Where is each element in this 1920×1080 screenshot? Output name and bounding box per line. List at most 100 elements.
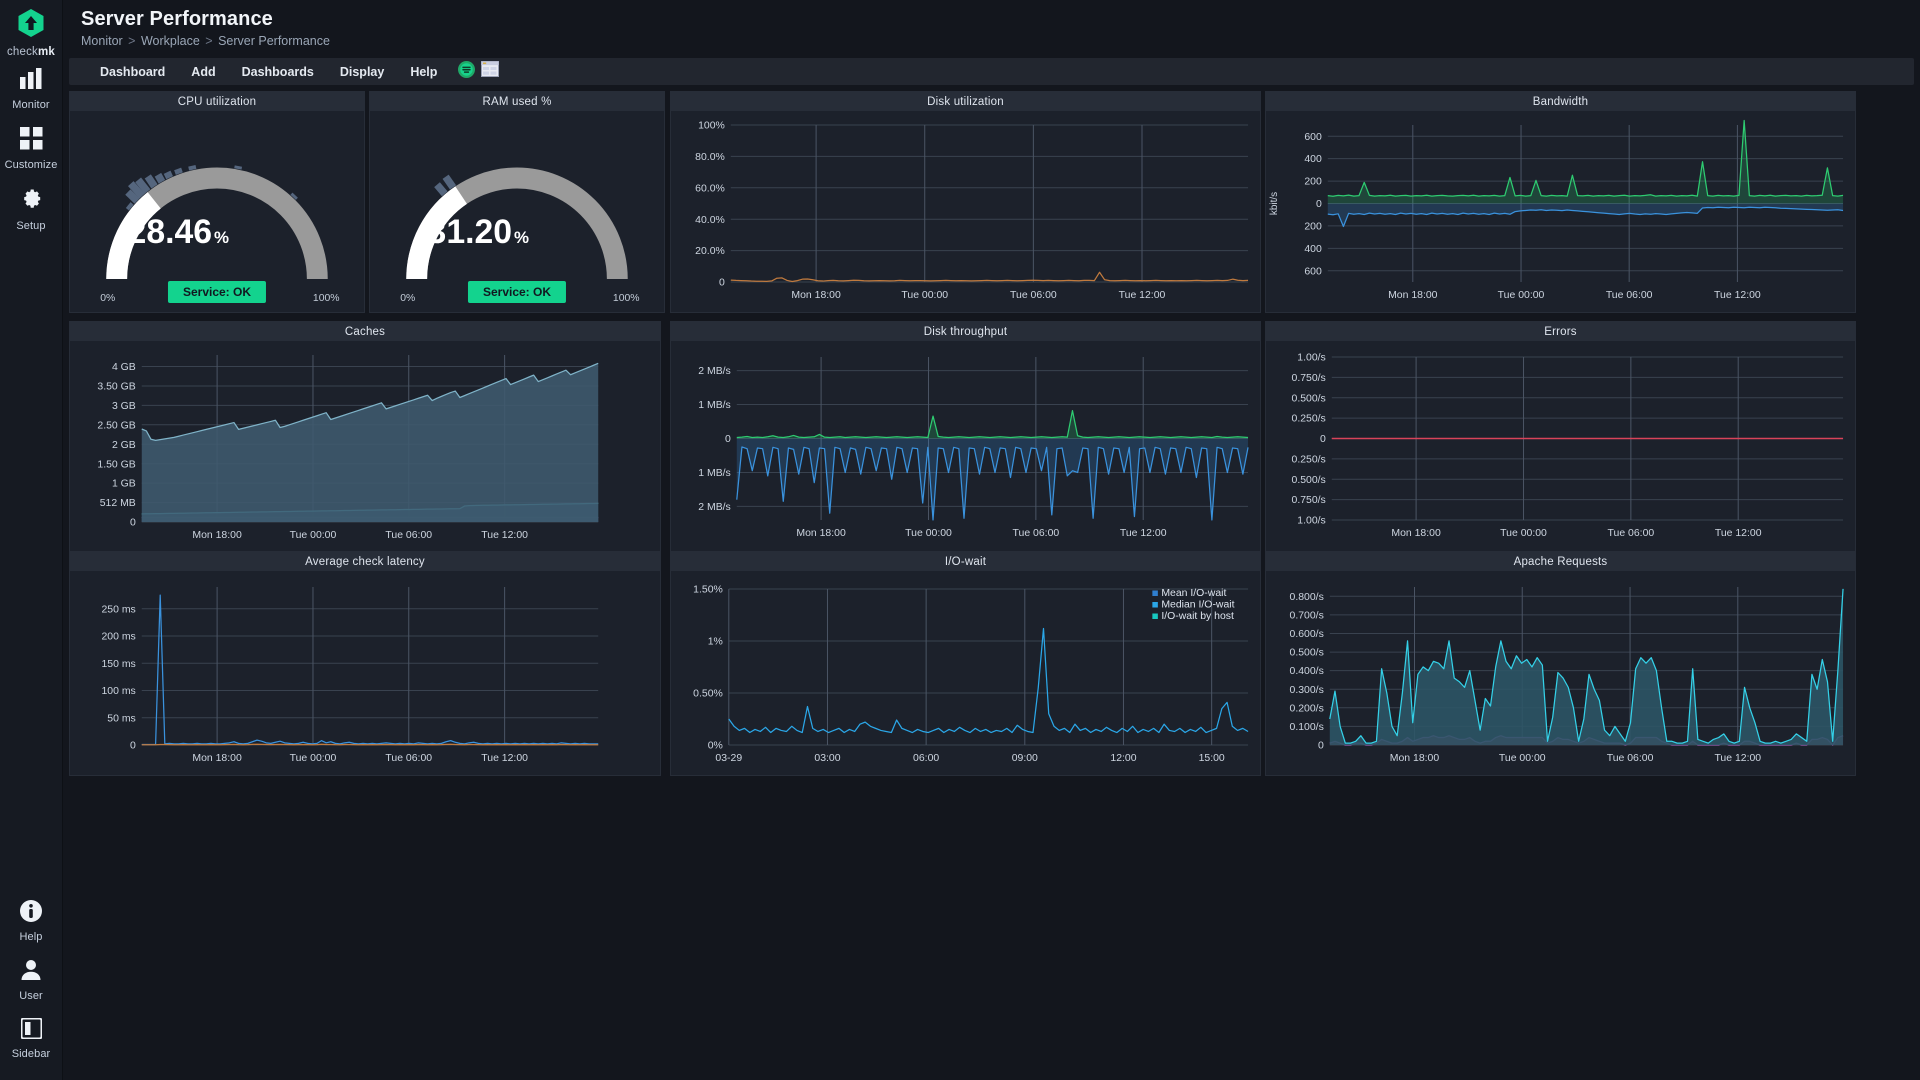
menu-item-add[interactable]: Add — [178, 60, 228, 84]
x-axis-tick-label: Mon 18:00 — [791, 290, 841, 301]
status-badge[interactable]: Service: OK — [168, 281, 266, 303]
menu-item-display[interactable]: Display — [327, 60, 397, 84]
dashboard-grid: CPU utilization 0% 100% 28.46 % Service:… — [63, 85, 1920, 1080]
panel-title: RAM used % — [482, 96, 551, 108]
x-axis-tick-label: Tue 00:00 — [1499, 753, 1546, 764]
x-axis-tick-label: Tue 00:00 — [290, 753, 337, 764]
y-axis-tick-label: 0 — [1320, 434, 1326, 445]
sidebar-item-setup[interactable]: Setup — [0, 177, 63, 238]
breadcrumb-item-current: Server Performance — [218, 34, 330, 48]
gauge-min-label: 0% — [100, 293, 115, 304]
panel-disk-throughput[interactable]: Disk throughput 2 MB/s1 MB/s01 MB/s2 MB/… — [670, 321, 1261, 553]
breadcrumb-item-workplace[interactable]: Workplace — [141, 34, 200, 48]
panel-body: 0% 100% 28.46 % Service: OK — [70, 111, 364, 312]
x-axis-tick-label: Mon 18:00 — [192, 530, 242, 541]
y-axis-tick-label: 1.50% — [693, 585, 723, 596]
y-axis-tick-label: 250 ms — [101, 604, 135, 615]
x-axis-tick-label: 12:00 — [1110, 753, 1136, 764]
y-axis-tick-label: 2.50 GB — [97, 420, 135, 431]
status-badge[interactable]: Service: OK — [468, 281, 566, 303]
menu-item-help[interactable]: Help — [397, 60, 450, 84]
y-axis-tick-label: 0.500/s — [1292, 393, 1326, 404]
panel-body: 020.0%40.0%60.0%80.0%100%Mon 18:00Tue 00… — [671, 111, 1260, 312]
grid-squares-icon — [20, 127, 43, 155]
y-axis-tick-label: 60.0% — [695, 183, 725, 194]
sidebar-item-label: Monitor — [12, 99, 49, 111]
sidebar-item-label: User — [19, 990, 43, 1002]
x-axis-tick-label: Tue 06:00 — [1608, 528, 1655, 539]
x-axis-tick-label: Tue 12:00 — [1120, 528, 1167, 539]
panel-header: RAM used % — [370, 92, 664, 111]
panel-io-wait[interactable]: I/O-wait 0%0.50%1%1.50%03-2903:0006:0009… — [670, 551, 1261, 776]
x-axis-tick-label: Tue 06:00 — [1607, 753, 1654, 764]
panel-header: CPU utilization — [70, 92, 364, 111]
panel-disk-utilization[interactable]: Disk utilization 020.0%40.0%60.0%80.0%10… — [670, 91, 1261, 313]
x-axis-tick-label: Tue 00:00 — [1498, 290, 1545, 301]
x-axis-tick-label: Tue 12:00 — [1715, 528, 1762, 539]
sidebar-item-customize[interactable]: Customize — [0, 117, 63, 177]
panel-header: Caches — [70, 322, 660, 341]
panel-cpu-utilization[interactable]: CPU utilization 0% 100% 28.46 % Service:… — [69, 91, 365, 313]
panel-errors[interactable]: Errors 1.00/s0.750/s0.500/s0.250/s00.250… — [1265, 321, 1856, 553]
panel-apache-requests[interactable]: Apache Requests 00.100/s0.200/s0.300/s0.… — [1265, 551, 1856, 776]
y-axis-tick-label: 4 GB — [112, 362, 136, 373]
y-axis-tick-label: 200 ms — [101, 632, 135, 643]
panel-caches[interactable]: Caches 0512 MB1 GB1.50 GB2 GB2.50 GB3 GB… — [69, 321, 661, 553]
panel-ram-used[interactable]: RAM used % 0% 100% 31.20 % Service: OK — [369, 91, 665, 313]
panel-bandwidth[interactable]: Bandwidth 6004002000200400600Mon 18:00Tu… — [1265, 91, 1856, 313]
title-bar: Server Performance Monitor > Workplace >… — [63, 0, 1920, 54]
errors-chart: 1.00/s0.750/s0.500/s0.250/s00.250/s0.500… — [1266, 341, 1855, 552]
chart-series-line — [737, 411, 1248, 438]
menu-icon-group — [450, 61, 499, 83]
y-axis-tick-label: 0.250/s — [1292, 454, 1326, 465]
gauge-max-label: 100% — [613, 293, 640, 304]
person-icon — [20, 959, 42, 986]
panel-title: Caches — [345, 326, 385, 338]
x-axis-tick-label: Tue 12:00 — [481, 530, 528, 541]
sidebar-item-help[interactable]: Help — [0, 890, 63, 949]
y-axis-tick-label: 512 MB — [100, 498, 136, 509]
sidebar-item-label: Help — [19, 931, 42, 943]
x-axis-tick-label: 03:00 — [814, 753, 840, 764]
panel-title: Average check latency — [305, 556, 425, 568]
checkmk-logo[interactable]: checkmk — [7, 6, 55, 58]
panel-title: CPU utilization — [178, 96, 256, 108]
dashboard-window-icon[interactable] — [481, 61, 499, 82]
y-axis-label: kbit/s — [1269, 192, 1280, 215]
breadcrumb-separator: > — [203, 34, 214, 48]
x-axis-tick-label: Tue 00:00 — [901, 290, 948, 301]
checkmk-hexagon-arrow-icon — [17, 8, 45, 43]
average-check-latency-chart: 050 ms100 ms150 ms200 ms250 msMon 18:00T… — [70, 571, 660, 775]
menu-bar: Dashboard Add Dashboards Display Help — [69, 58, 1914, 85]
y-axis-tick-label: 2 MB/s — [698, 366, 731, 377]
y-axis-tick-label: 0 — [719, 278, 725, 289]
breadcrumb: Monitor > Workplace > Server Performance — [81, 34, 1920, 48]
y-axis-tick-label: 80.0% — [695, 152, 725, 163]
checkmk-green-toggle-icon[interactable] — [458, 61, 475, 83]
gauge-value: 31.20 — [428, 213, 512, 251]
panel-body: 00.100/s0.200/s0.300/s0.400/s0.500/s0.60… — [1266, 571, 1855, 775]
y-axis-tick-label: 20.0% — [695, 246, 725, 257]
y-axis-tick-label: 600 — [1304, 266, 1322, 277]
y-axis-tick-label: 1% — [708, 637, 723, 648]
x-axis-tick-label: Tue 12:00 — [1714, 290, 1761, 301]
gear-icon — [19, 187, 43, 216]
gauge-unit: % — [514, 228, 529, 247]
y-axis-tick-label: 2 GB — [112, 440, 136, 451]
menu-item-dashboard[interactable]: Dashboard — [87, 60, 178, 84]
y-axis-tick-label: 40.0% — [695, 215, 725, 226]
breadcrumb-item-monitor[interactable]: Monitor — [81, 34, 123, 48]
menu-item-dashboards[interactable]: Dashboards — [229, 60, 327, 84]
x-axis-tick-label: Mon 18:00 — [192, 753, 242, 764]
x-axis-tick-label: Tue 00:00 — [905, 528, 952, 539]
x-axis-tick-label: 15:00 — [1199, 753, 1225, 764]
sidebar-item-sidebar-toggle[interactable]: Sidebar — [0, 1008, 63, 1066]
y-axis-tick-label: 0.750/s — [1292, 495, 1326, 506]
y-axis-tick-label: 150 ms — [101, 659, 135, 670]
y-axis-tick-label: 1 GB — [112, 479, 136, 490]
panel-average-check-latency[interactable]: Average check latency 050 ms100 ms150 ms… — [69, 551, 661, 776]
sidebar-item-monitor[interactable]: Monitor — [0, 58, 63, 117]
info-circle-icon — [20, 900, 42, 927]
io-wait-chart: 0%0.50%1%1.50%03-2903:0006:0009:0012:001… — [671, 571, 1260, 775]
sidebar-item-user[interactable]: User — [0, 949, 63, 1008]
